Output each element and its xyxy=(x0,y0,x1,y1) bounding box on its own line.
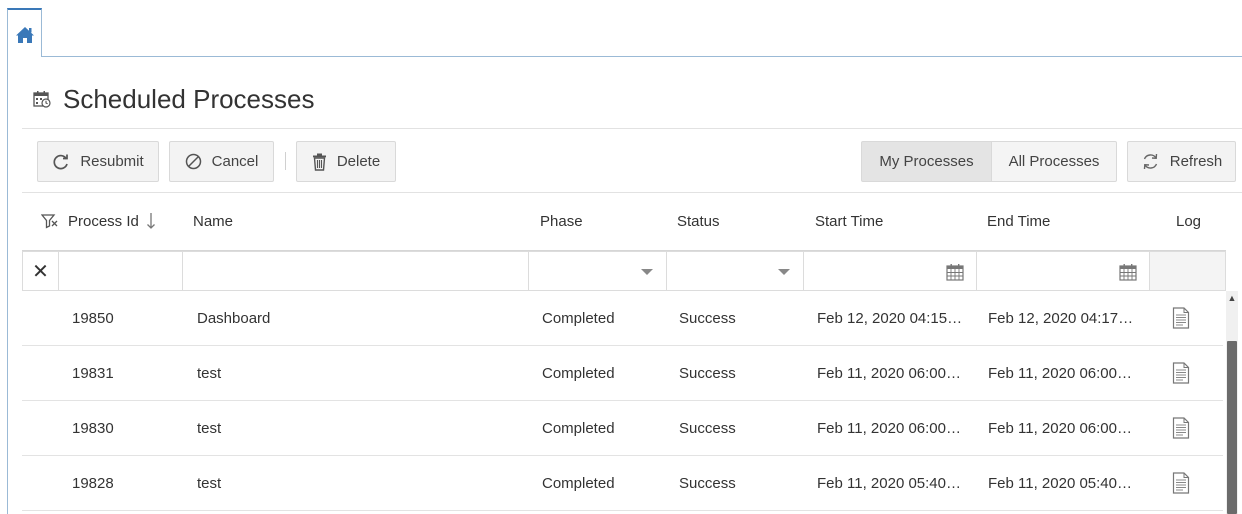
sort-down-icon[interactable] xyxy=(146,212,156,230)
calendar-icon[interactable] xyxy=(946,263,964,281)
table-row[interactable]: 19850 Dashboard Completed Success Feb 12… xyxy=(22,291,1223,346)
log-document-icon[interactable] xyxy=(1172,456,1190,510)
col-label-process-id: Process Id xyxy=(68,212,139,230)
refresh-label: Refresh xyxy=(1169,153,1223,170)
filter-process-id-input[interactable] xyxy=(58,251,183,291)
cell-end-time: Feb 11, 2020 06:00… xyxy=(988,364,1132,382)
cell-start-time: Feb 11, 2020 06:00… xyxy=(817,364,961,382)
log-document-icon[interactable] xyxy=(1172,346,1190,400)
table-row[interactable]: 19830 test Completed Success Feb 11, 202… xyxy=(22,401,1223,456)
cell-start-time: Feb 12, 2020 04:15… xyxy=(817,309,963,327)
vertical-scrollbar[interactable]: ▲ xyxy=(1226,291,1238,514)
filter-icon xyxy=(41,214,58,229)
calendar-icon[interactable] xyxy=(1119,263,1137,281)
filter-name-input[interactable] xyxy=(182,251,529,291)
col-label-start-time: Start Time xyxy=(815,212,884,230)
cell-process-id: 19830 xyxy=(72,419,114,437)
col-label-status: Status xyxy=(677,212,720,230)
my-processes-toggle[interactable]: My Processes xyxy=(861,141,992,182)
cell-phase: Completed xyxy=(542,419,615,437)
home-icon xyxy=(16,27,34,43)
col-header-process-id[interactable]: Process Id xyxy=(41,210,156,232)
col-label-log: Log xyxy=(1176,212,1202,230)
cell-phase: Completed xyxy=(542,309,615,327)
toolbar-separator xyxy=(22,192,1242,193)
cancel-circle-icon xyxy=(185,153,201,170)
cell-name: test xyxy=(197,364,222,382)
scroll-up-arrow-icon[interactable]: ▲ xyxy=(1226,291,1238,305)
resubmit-button[interactable]: Resubmit xyxy=(37,141,159,182)
refresh-arrow-icon xyxy=(53,154,69,169)
cell-status: Success xyxy=(679,309,736,327)
col-header-name[interactable]: Name xyxy=(193,210,233,232)
resubmit-label: Resubmit xyxy=(80,153,144,170)
cell-phase: Completed xyxy=(542,474,615,492)
close-icon: ✕ xyxy=(32,260,49,283)
col-header-status[interactable]: Status xyxy=(677,210,720,232)
cell-process-id: 19831 xyxy=(72,364,114,382)
col-header-end-time[interactable]: End Time xyxy=(987,210,1050,232)
cell-end-time: Feb 11, 2020 06:00… xyxy=(988,419,1132,437)
log-document-icon[interactable] xyxy=(1172,291,1190,345)
left-border xyxy=(7,57,8,514)
clear-filters-button[interactable]: ✕ xyxy=(22,251,59,291)
col-header-log: Log xyxy=(1176,210,1201,232)
all-processes-label: All Processes xyxy=(1008,153,1100,170)
filter-start-time-input[interactable] xyxy=(803,251,977,291)
cell-status: Success xyxy=(679,474,736,492)
my-processes-label: My Processes xyxy=(879,153,974,170)
filter-log-cell xyxy=(1149,251,1226,291)
cell-process-id: 19828 xyxy=(72,474,114,492)
refresh-icon xyxy=(1143,153,1157,170)
cell-start-time: Feb 11, 2020 05:40… xyxy=(817,474,961,492)
trash-icon xyxy=(312,153,326,171)
cell-status: Success xyxy=(679,364,736,382)
cancel-label: Cancel xyxy=(211,153,259,170)
col-label-end-time: End Time xyxy=(987,212,1051,230)
cell-name: test xyxy=(197,474,222,492)
col-header-start-time[interactable]: Start Time xyxy=(815,210,883,232)
col-label-phase: Phase xyxy=(540,212,583,230)
cell-end-time: Feb 11, 2020 05:40… xyxy=(988,474,1132,492)
chevron-down-icon xyxy=(778,269,790,275)
tab-divider xyxy=(42,56,1242,57)
cell-status: Success xyxy=(679,419,736,437)
filter-status-select[interactable] xyxy=(666,251,804,291)
all-processes-toggle[interactable]: All Processes xyxy=(991,141,1117,182)
col-header-phase[interactable]: Phase xyxy=(540,210,583,232)
cell-process-id: 19850 xyxy=(72,309,114,327)
cell-name: test xyxy=(197,419,222,437)
cancel-button[interactable]: Cancel xyxy=(169,141,274,182)
filter-end-time-input[interactable] xyxy=(976,251,1150,291)
home-tab[interactable] xyxy=(7,8,42,57)
page-header: Scheduled Processes xyxy=(33,82,314,116)
delete-label: Delete xyxy=(336,153,381,170)
chevron-down-icon xyxy=(641,269,653,275)
table-row[interactable]: 19831 test Completed Success Feb 11, 202… xyxy=(22,346,1223,401)
delete-button[interactable]: Delete xyxy=(296,141,396,182)
cell-name: Dashboard xyxy=(197,309,271,327)
page-title: Scheduled Processes xyxy=(63,83,315,114)
refresh-button[interactable]: Refresh xyxy=(1127,141,1236,182)
calendar-icon xyxy=(33,91,51,108)
cell-phase: Completed xyxy=(542,364,615,382)
cell-end-time: Feb 12, 2020 04:17… xyxy=(988,309,1134,327)
table-row[interactable]: 19828 test Completed Success Feb 11, 202… xyxy=(22,456,1223,511)
toolbar-divider xyxy=(285,152,286,170)
scrollbar-thumb[interactable] xyxy=(1227,341,1237,514)
filter-phase-select[interactable] xyxy=(528,251,667,291)
col-label-name: Name xyxy=(193,212,234,230)
log-document-icon[interactable] xyxy=(1172,401,1190,455)
cell-start-time: Feb 11, 2020 06:00… xyxy=(817,419,961,437)
tab-strip xyxy=(0,0,1242,57)
header-separator xyxy=(22,128,1242,129)
